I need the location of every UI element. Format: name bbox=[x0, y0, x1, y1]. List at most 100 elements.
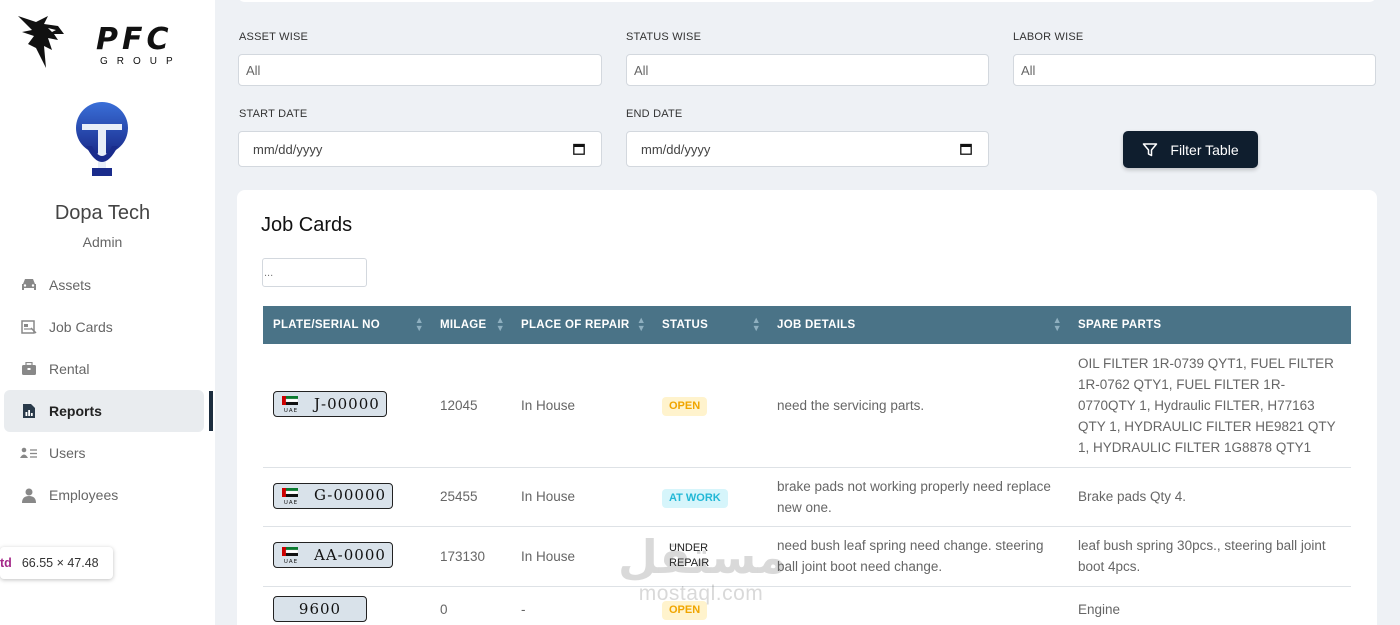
parts-cell: OIL FILTER 1R-0739 QYT1, FUEL FILTER 1R-… bbox=[1068, 344, 1351, 468]
labor-filter-label: LABOR WISE bbox=[1013, 31, 1084, 43]
details-cell: need bush leaf spring need change. steer… bbox=[767, 526, 1068, 587]
plate-number: AA-0000 bbox=[314, 545, 386, 564]
sort-icon[interactable]: ▲ ▼ bbox=[752, 316, 761, 333]
status-badge: OPEN bbox=[662, 397, 708, 417]
parts-cell: Engine bbox=[1078, 601, 1121, 617]
column-header[interactable]: PLACE OF REPAIR ▲ ▼ bbox=[511, 306, 652, 344]
sidebar-item-label: Users bbox=[49, 445, 86, 461]
table-row[interactable]: 9600 0 - OPEN Engine bbox=[263, 586, 1351, 625]
plate-badge[interactable]: 9600 bbox=[273, 596, 367, 623]
place-cell: - bbox=[521, 601, 526, 617]
svg-text:UAE: UAE bbox=[284, 408, 298, 413]
table-row[interactable]: UAE G-00000 25455 In House AT WORK brake… bbox=[263, 467, 1351, 527]
sidebar-item-job-cards[interactable]: Job Cards bbox=[4, 306, 204, 348]
column-header[interactable]: JOB DETAILS ▲ ▼ bbox=[767, 306, 1068, 344]
column-header-label: PLACE OF REPAIR bbox=[521, 319, 630, 331]
sidebar-item-employees[interactable]: Employees bbox=[4, 474, 204, 516]
status-badge: OPEN bbox=[662, 601, 708, 621]
end-date-value: mm/dd/yyyy bbox=[641, 141, 711, 157]
status-filter-label: STATUS WISE bbox=[626, 31, 702, 43]
calendar-icon[interactable] bbox=[960, 143, 972, 155]
milage-cell: 25455 bbox=[430, 467, 511, 527]
sidebar-item-label: Reports bbox=[49, 403, 102, 419]
filter-button-label: Filter Table bbox=[1170, 141, 1239, 158]
sidebar: PFC GROUP Dopa Tech Admin Assets Job Car… bbox=[0, 0, 215, 625]
car-icon bbox=[20, 276, 38, 294]
filter-table-button[interactable]: Filter Table bbox=[1123, 131, 1258, 168]
plate-badge[interactable]: UAE G-00000 bbox=[273, 482, 394, 509]
start-date-label: START DATE bbox=[239, 108, 308, 120]
plate-number: J-00000 bbox=[314, 394, 380, 413]
sidebar-item-reports[interactable]: Reports bbox=[4, 390, 204, 432]
column-header[interactable]: STATUS ▲ ▼ bbox=[652, 306, 767, 344]
sidebar-item-label: Assets bbox=[49, 277, 92, 293]
user-role: Admin bbox=[82, 234, 123, 250]
start-date-value: mm/dd/yyyy bbox=[253, 141, 323, 157]
asset-filter-select[interactable]: All bbox=[238, 54, 602, 86]
filter-icon bbox=[1143, 142, 1158, 156]
sidebar-item-label: Job Cards bbox=[49, 319, 113, 335]
sort-icon[interactable]: ▲ ▼ bbox=[637, 316, 646, 333]
table-row[interactable]: UAE AA-0000 173130 In House UNDER REPAIR… bbox=[263, 526, 1351, 587]
column-header-label: STATUS bbox=[662, 319, 709, 331]
brand-logo[interactable]: PFC GROUP bbox=[14, 10, 194, 70]
uae-flag-icon: UAE bbox=[282, 546, 300, 564]
sidebar-item-rental[interactable]: Rental bbox=[4, 348, 204, 390]
page-title: Job Cards bbox=[261, 214, 353, 236]
sort-icon[interactable]: ▲ ▼ bbox=[1053, 316, 1062, 333]
top-card bbox=[237, 0, 1377, 2]
status-cell: UNDER REPAIR bbox=[652, 526, 767, 587]
report-icon bbox=[20, 402, 38, 420]
uae-flag-icon: UAE bbox=[282, 395, 300, 413]
id-card-icon bbox=[20, 318, 38, 336]
parts-cell: Brake pads Qty 4. bbox=[1068, 467, 1351, 527]
place-cell: In House bbox=[511, 526, 652, 587]
devtools-tooltip: td 66.55 × 47.48 bbox=[0, 547, 113, 579]
sidebar-item-assets[interactable]: Assets bbox=[4, 264, 204, 306]
company-logo-icon bbox=[76, 102, 128, 176]
job-cards-table: PLATE/SERIAL NO ▲ ▼ MILAGE ▲ ▼ PLACE OF REPA… bbox=[263, 306, 1351, 625]
labor-filter-select[interactable]: All bbox=[1013, 54, 1376, 86]
parts-cell: leaf bush spring 30pcs., steering ball j… bbox=[1068, 526, 1351, 587]
brand-subtitle: GROUP bbox=[100, 56, 182, 67]
end-date-input[interactable]: mm/dd/yyyy bbox=[626, 131, 989, 167]
column-header[interactable]: SPARE PARTS bbox=[1068, 306, 1351, 344]
calendar-icon[interactable] bbox=[573, 143, 585, 155]
plate-number: G-00000 bbox=[314, 486, 387, 504]
column-header-label: JOB DETAILS bbox=[777, 319, 856, 331]
sidebar-item-users[interactable]: Users bbox=[4, 432, 204, 474]
search-input[interactable]: ... bbox=[262, 258, 367, 287]
milage-cell: 0 bbox=[440, 601, 448, 617]
table-row[interactable]: UAE J-00000 12045 In House OPEN need the… bbox=[263, 344, 1351, 468]
place-cell: In House bbox=[511, 467, 652, 527]
briefcase-icon bbox=[20, 360, 38, 378]
griffin-logo-icon bbox=[18, 16, 64, 68]
user-name: Dopa Tech bbox=[54, 202, 151, 224]
svg-text:UAE: UAE bbox=[284, 559, 298, 564]
column-header[interactable]: MILAGE ▲ ▼ bbox=[430, 306, 511, 344]
status-badge: UNDER REPAIR bbox=[662, 539, 757, 573]
details-cell: brake pads not working properly need rep… bbox=[767, 467, 1068, 527]
plate-cell: 9600 bbox=[263, 586, 430, 625]
sort-icon[interactable]: ▲ ▼ bbox=[496, 316, 505, 333]
sidebar-nav: Assets Job Cards Rental Reports Users Em… bbox=[4, 264, 204, 516]
column-header-label: MILAGE bbox=[440, 319, 487, 331]
status-filter-select[interactable]: All bbox=[626, 54, 989, 86]
active-indicator bbox=[209, 391, 213, 431]
plate-badge[interactable]: UAE J-00000 bbox=[273, 391, 387, 418]
tooltip-size: 66.55 × 47.48 bbox=[21, 556, 99, 570]
plate-cell: UAE AA-0000 bbox=[263, 526, 430, 587]
svg-text:UAE: UAE bbox=[284, 500, 298, 505]
column-header[interactable]: PLATE/SERIAL NO ▲ ▼ bbox=[263, 306, 430, 344]
start-date-input[interactable]: mm/dd/yyyy bbox=[238, 131, 602, 167]
brand-name: PFC bbox=[96, 22, 173, 57]
status-badge: AT WORK bbox=[662, 488, 728, 508]
sort-icon[interactable]: ▲ ▼ bbox=[415, 316, 424, 333]
plate-badge[interactable]: UAE AA-0000 bbox=[273, 542, 393, 568]
status-cell: OPEN bbox=[652, 586, 767, 625]
details-cell: need the servicing parts. bbox=[767, 344, 1068, 468]
plate-number: 9600 bbox=[298, 599, 342, 618]
uae-flag-icon: UAE bbox=[282, 487, 300, 505]
status-cell: OPEN bbox=[652, 344, 767, 468]
avatar bbox=[72, 98, 132, 182]
